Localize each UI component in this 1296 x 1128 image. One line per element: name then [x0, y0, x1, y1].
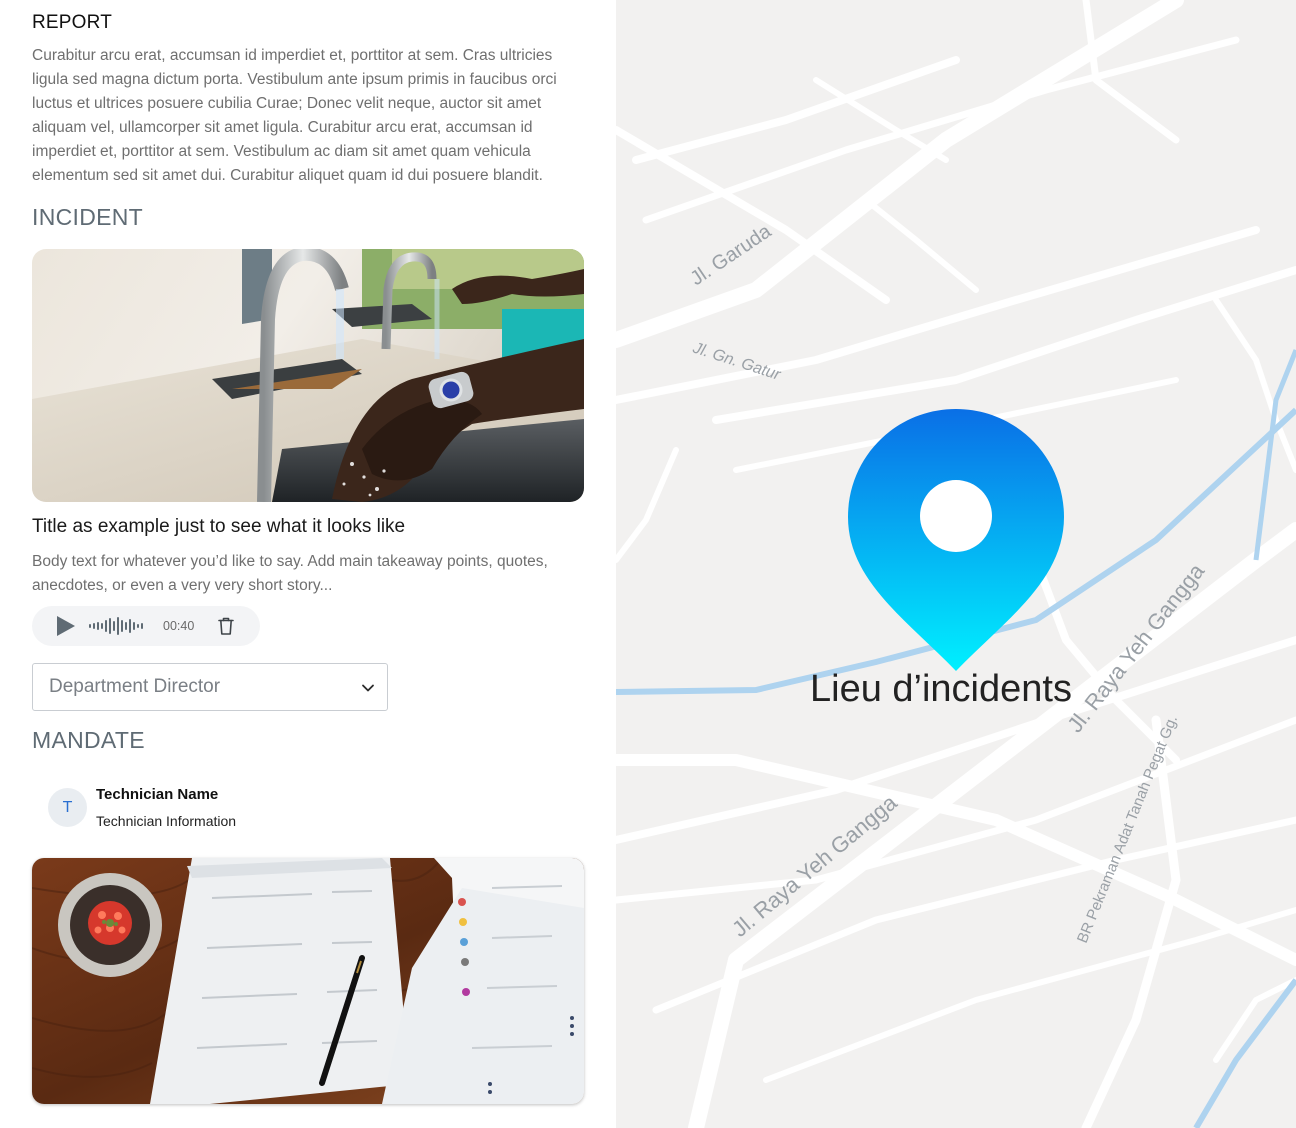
assignee-select[interactable]: Department Director: [32, 663, 388, 711]
technician-name: Technician Name: [96, 786, 219, 803]
technician-info: Technician Information: [96, 813, 237, 829]
technician-item[interactable]: T Technician Name Technician Information: [48, 786, 348, 836]
avatar: T: [48, 788, 87, 827]
incident-photo[interactable]: [32, 249, 584, 502]
incident-section-title: INCIDENT: [32, 204, 144, 230]
play-icon[interactable]: [54, 615, 76, 637]
mandate-photo[interactable]: [32, 858, 584, 1104]
pin-label: Lieu d’incidents: [810, 668, 1072, 710]
waveform-icon: [89, 617, 143, 635]
trash-icon[interactable]: [216, 616, 236, 636]
incident-map[interactable]: Jl. Garuda Jl. Gn. Gatur Jl. Raya Yeh Ga…: [616, 0, 1296, 1128]
location-pin-icon[interactable]: [848, 409, 1064, 671]
assignee-select-value: Department Director: [49, 676, 221, 697]
chevron-down-icon: [362, 684, 374, 692]
report-title: REPORT: [32, 12, 113, 33]
audio-duration: 00:40: [163, 619, 195, 633]
report-body: Curabitur arcu erat, accumsan id imperdi…: [32, 47, 557, 184]
audio-player: 00:40: [32, 606, 260, 646]
incident-card-title: Title as example just to see what it loo…: [32, 516, 406, 537]
incident-card-body: Body text for whatever you’d like to say…: [32, 553, 548, 594]
mandate-section-title: MANDATE: [32, 727, 145, 753]
report-panel: REPORT Curabitur arcu erat, accumsan id …: [0, 0, 616, 1128]
